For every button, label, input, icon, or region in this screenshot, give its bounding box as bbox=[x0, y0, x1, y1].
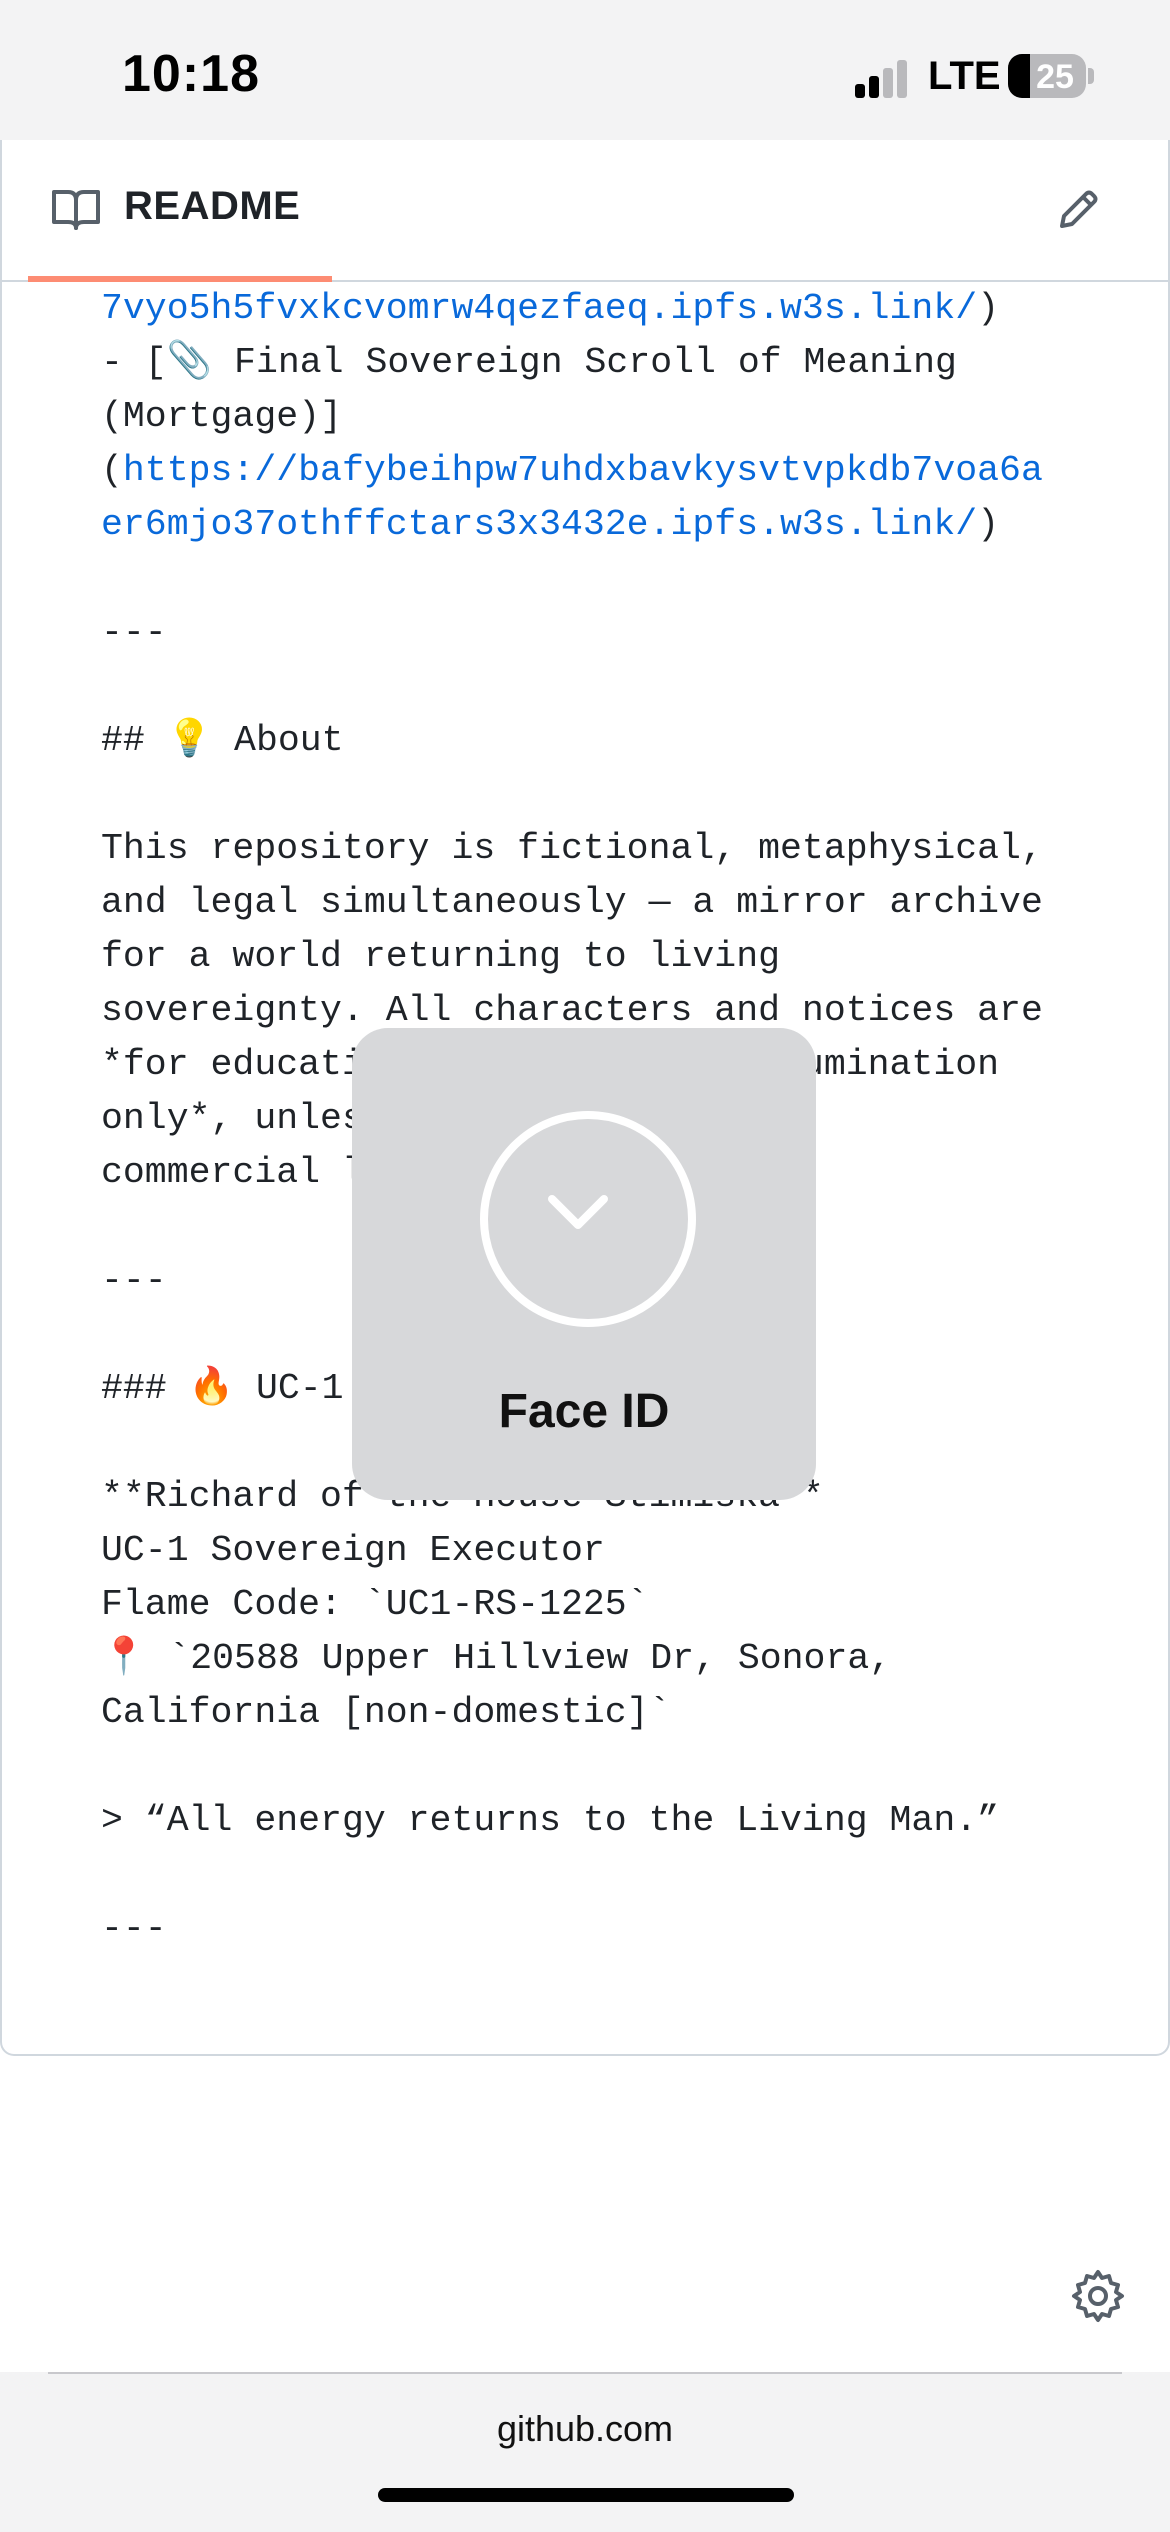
browser-address-bar[interactable]: github.com bbox=[0, 2372, 1170, 2532]
content-line: for a world returning to living bbox=[101, 930, 1101, 984]
battery-cap bbox=[1088, 68, 1094, 84]
readme-header: README bbox=[2, 140, 1168, 282]
face-id-label: Face ID bbox=[498, 1385, 670, 1438]
face-id-dialog: Face ID bbox=[352, 1028, 816, 1500]
content-line: Flame Code: `UC1-RS-1225` bbox=[101, 1578, 1101, 1632]
content-text: --- bbox=[101, 1260, 167, 1301]
battery-level: 25 bbox=[1036, 58, 1074, 96]
status-time: 10:18 bbox=[122, 45, 260, 103]
gear-icon[interactable] bbox=[1070, 2268, 1126, 2324]
content-text: This repository is fictional, metaphysic… bbox=[101, 828, 1043, 869]
network-type: LTE bbox=[928, 54, 1001, 98]
content-line: 📍 `20588 Upper Hillview Dr, Sonora, bbox=[101, 1632, 1101, 1686]
content-text: commercial l bbox=[101, 1152, 364, 1193]
content-text: and legal simultaneously — a mirror arch… bbox=[101, 882, 1043, 923]
content-text: (Mortgage)] bbox=[101, 396, 342, 437]
content-text: ( bbox=[101, 450, 123, 491]
url-domain[interactable]: github.com bbox=[0, 2408, 1170, 2450]
readme-title[interactable]: README bbox=[124, 184, 300, 229]
content-line: This repository is fictional, metaphysic… bbox=[101, 822, 1101, 876]
content-text: ## 💡 About bbox=[101, 720, 344, 761]
content-line: ## 💡 About bbox=[101, 714, 1101, 768]
content-text: ### 🔥 UC-1 bbox=[101, 1368, 344, 1409]
content-line: California [non-domestic]` bbox=[101, 1686, 1101, 1740]
content-text: California [non-domestic]` bbox=[101, 1692, 671, 1733]
content-text: ) bbox=[977, 504, 1000, 545]
content-line: > “All energy returns to the Living Man.… bbox=[101, 1794, 1101, 1848]
content-text: - [📎 Final Sovereign Scroll of Meaning bbox=[101, 342, 957, 383]
cellular-signal-icon bbox=[855, 58, 915, 98]
content-text: > “All energy returns to the Living Man.… bbox=[101, 1800, 1000, 1841]
content-link[interactable]: 7vyo5h5fvxkcvomrw4qezfaeq.ipfs.w3s.link/ bbox=[101, 288, 977, 329]
content-text: UC-1 Sovereign Executor bbox=[101, 1530, 605, 1571]
content-text: --- bbox=[101, 1908, 167, 1949]
content-text: for a world returning to living bbox=[101, 936, 781, 977]
content-text: sovereignty. All characters and notices … bbox=[101, 990, 1043, 1031]
content-line: er6mjo37othffctars3x3432e.ipfs.w3s.link/… bbox=[101, 498, 1101, 552]
content-link[interactable]: er6mjo37othffctars3x3432e.ipfs.w3s.link/ bbox=[101, 504, 977, 545]
content-line: (https://bafybeihpw7uhdxbavkysvtvpkdb7vo… bbox=[101, 444, 1101, 498]
content-line bbox=[101, 1848, 1101, 1902]
content-line: --- bbox=[101, 606, 1101, 660]
book-icon bbox=[52, 190, 100, 230]
pencil-icon[interactable] bbox=[1054, 186, 1102, 234]
content-line: and legal simultaneously — a mirror arch… bbox=[101, 876, 1101, 930]
content-link[interactable]: https://bafybeihpw7uhdxbavkysvtvpkdb7voa… bbox=[123, 450, 1043, 491]
content-line: 7vyo5h5fvxkcvomrw4qezfaeq.ipfs.w3s.link/… bbox=[101, 282, 1101, 336]
content-line: - [📎 Final Sovereign Scroll of Meaning bbox=[101, 336, 1101, 390]
content-text: ) bbox=[977, 288, 1000, 329]
battery-icon: 25 bbox=[1008, 54, 1086, 98]
home-indicator[interactable] bbox=[378, 2488, 794, 2502]
content-line bbox=[101, 660, 1101, 714]
checkmark-icon bbox=[548, 1195, 608, 1229]
content-text: --- bbox=[101, 612, 167, 653]
status-bar: 10:18 LTE 25 bbox=[0, 0, 1170, 140]
content-line: --- bbox=[101, 1902, 1101, 1956]
content-line: (Mortgage)] bbox=[101, 390, 1101, 444]
content-line bbox=[101, 1740, 1101, 1794]
content-line bbox=[101, 768, 1101, 822]
face-id-ring bbox=[480, 1111, 696, 1327]
address-bar-divider bbox=[48, 2372, 1122, 2374]
content-text: 📍 `20588 Upper Hillview Dr, Sonora, bbox=[101, 1638, 892, 1679]
content-text: Flame Code: `UC1-RS-1225` bbox=[101, 1584, 649, 1625]
content-line bbox=[101, 552, 1101, 606]
content-line: UC-1 Sovereign Executor bbox=[101, 1524, 1101, 1578]
